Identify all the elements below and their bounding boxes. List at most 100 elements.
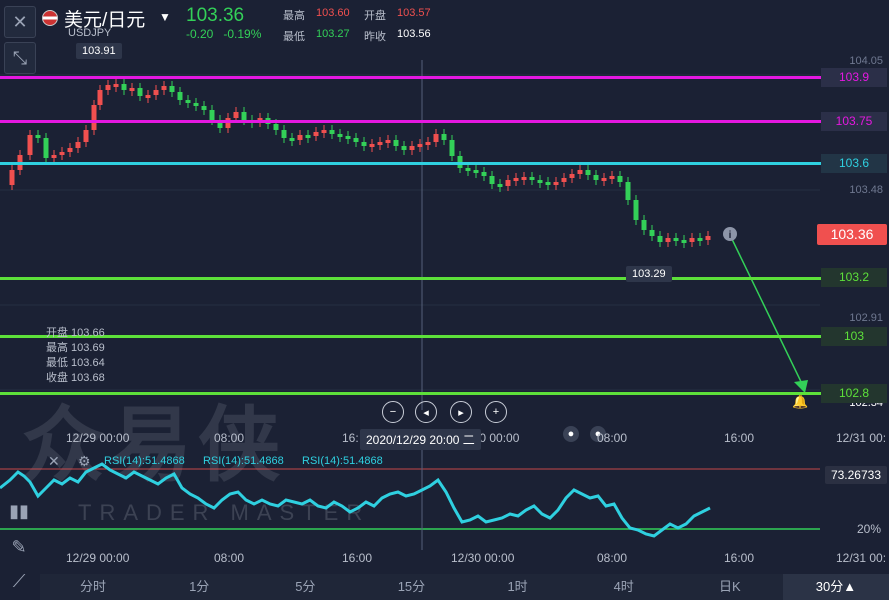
candle-body [657,236,663,242]
toggle-dot-icon[interactable]: ● [563,426,579,442]
candle-body [521,177,527,180]
time-label: 08:00 [597,551,628,565]
period-tab[interactable]: 分时 [40,574,146,600]
time-label: 16:00 [724,551,755,565]
period-tab[interactable]: 1分 [146,574,252,600]
level-tag: 102.8 [821,384,887,403]
candle-body [43,138,49,158]
candle-body [393,140,399,146]
price-change: -0.20 -0.19% [186,27,262,41]
alert-bell-icon[interactable]: 🔔 [792,394,808,410]
line-chart-icon[interactable]: ⟋ [4,566,34,596]
step-forward-button[interactable]: ▸ [450,401,472,423]
candle-body [705,236,711,240]
candle-body [617,176,623,182]
candle-body [297,135,303,140]
candle-body [161,86,167,90]
symbol-dropdown-icon[interactable]: ▼ [159,10,171,24]
candle-body [145,95,151,98]
period-tab[interactable]: 1时 [465,574,571,600]
projection-arrow [729,234,806,391]
svg-text:i: i [729,230,732,241]
time-label: 12/30 00:00 [451,551,515,565]
candle-body [35,135,41,138]
level-line-103-9[interactable] [0,76,821,79]
us-flag-icon [42,10,58,26]
period-tab[interactable]: 日K [677,574,783,600]
candle-body [83,130,89,142]
rsi-line [0,462,711,538]
candle-body [153,90,159,95]
period-tab[interactable]: 4时 [571,574,677,600]
candle-body [353,138,359,142]
open-label: 开盘 [364,10,386,22]
candle-body [465,168,471,171]
level-tag: 103.9 [821,68,887,87]
period-tab[interactable]: 5分 [252,574,358,600]
level-line-103-6[interactable] [0,162,821,165]
candle-body [241,112,247,120]
candle-body [193,103,199,106]
candle-body [137,88,143,96]
candle-body [345,136,351,139]
price-chart[interactable]: i [0,60,889,410]
time-label: 12/29 00:00 [66,551,130,565]
period-tab[interactable]: 15分 [358,574,464,600]
close-icon[interactable]: ✕ [4,6,36,38]
level-line-103-2[interactable] [0,277,821,280]
candle-body [609,176,615,179]
time-label: 16:00 [342,551,373,565]
level-line-103-75[interactable] [0,120,821,123]
candle-body [177,92,183,100]
ohlc-low: 最低 103.64 [46,357,105,369]
low-value: 103.27 [316,28,350,40]
candle-body [289,138,295,141]
candle-body [313,132,319,136]
period-bar: 分时 1分 5分 15分 1时 4时 日K 30分▲ [40,574,889,600]
candle-body [401,146,407,150]
candle-body [121,84,127,90]
level-tag: 103.2 [821,268,887,287]
candle-body [681,240,687,243]
period-tab-selected[interactable]: 30分▲ [782,574,889,600]
rsi-chart[interactable] [0,450,889,550]
level-line-103[interactable] [0,335,821,338]
candle-body [449,140,455,156]
candle-body [625,182,631,200]
candle-body [689,238,695,242]
candle-body [233,112,239,118]
candle-body [497,184,503,187]
candle-body [369,144,375,147]
zoom-out-button[interactable]: − [382,401,404,423]
axis-tick: 103.48 [849,184,883,196]
step-back-button[interactable]: ◂ [415,401,437,423]
current-price-tag: 103.36 [817,224,887,245]
prev-close-label: 昨收 [364,31,386,43]
zoom-in-button[interactable]: + [485,401,507,423]
crosshair-high-tag: 103.91 [76,43,122,59]
high-label: 最高 [283,10,305,22]
level-tag: 103 [821,327,887,346]
low-label: 最低 [283,31,305,43]
candle-body [569,174,575,178]
symbol-code: USDJPY [68,27,112,39]
candle-body [281,130,287,138]
candle-body [321,130,327,133]
candle-body [561,178,567,182]
candle-body [417,144,423,147]
candle-body [185,100,191,103]
prev-close-value: 103.56 [397,28,431,40]
candle-body [361,142,367,146]
candle-body [209,110,215,120]
candle-body [441,134,447,140]
candle-body [585,170,591,175]
time-label: 12/29 00:00 [66,431,130,445]
candle-body [513,178,519,181]
candle-body [201,106,207,110]
candle-body [59,152,65,155]
candle-body [377,142,383,145]
time-label: 08:00 [597,431,628,445]
candle-body [545,182,551,185]
candle-body [489,176,495,184]
candle-body [337,134,343,137]
